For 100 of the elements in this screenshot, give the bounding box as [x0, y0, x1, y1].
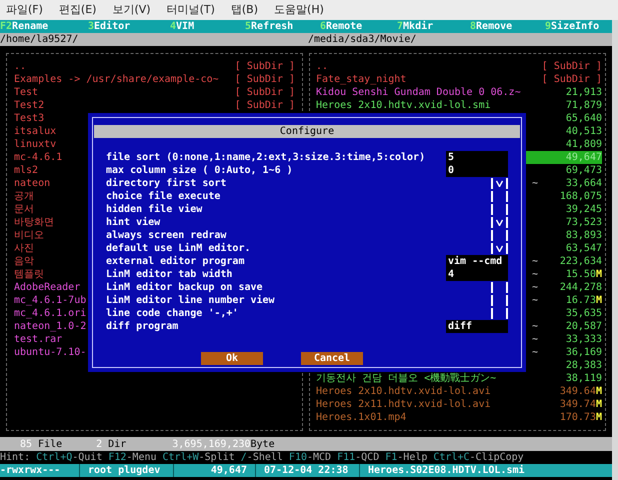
- file-size: 71,879: [566, 99, 602, 112]
- function-key[interactable]: 8Remove: [470, 20, 545, 33]
- option-label: external editor program: [106, 255, 244, 268]
- file-size: 33,333: [566, 333, 602, 346]
- file-name[interactable]: Heroes 2x10.hdtv.xvid-lol.smi: [316, 99, 491, 112]
- file-name[interactable]: ubuntu-7.10-: [14, 346, 86, 359]
- file-name[interactable]: mls2: [14, 164, 38, 177]
- file-name[interactable]: Test2: [14, 99, 44, 112]
- function-key[interactable]: 7Mkdir: [397, 20, 470, 33]
- file-name[interactable]: nateon_1.0-2: [14, 320, 86, 333]
- checkbox[interactable]: [491, 178, 508, 189]
- dialog-button[interactable]: Ok: [201, 352, 263, 365]
- file-name[interactable]: 공개: [14, 190, 34, 203]
- file-name[interactable]: Kidou Senshi Gundam Double 0 06.z~: [316, 86, 521, 99]
- function-key[interactable]: 6Remote: [320, 20, 397, 33]
- file-size: [ SubDir ]: [542, 73, 602, 86]
- file-size: 349.74M: [560, 398, 602, 411]
- file-name[interactable]: mc_4.6.1.ori: [14, 307, 86, 320]
- subdir-label: [ SubDir ]: [234, 99, 296, 112]
- file-name[interactable]: test.rar: [14, 333, 62, 346]
- file-name[interactable]: 기동전사 건담 더블오 <機動戰士ガン~: [316, 372, 496, 385]
- input-field[interactable]: 0: [446, 164, 508, 177]
- hint-shortcut: F10-MCD: [288, 451, 332, 464]
- menu-item[interactable]: 파일(F): [6, 2, 43, 18]
- function-key[interactable]: F2Rename: [0, 20, 88, 33]
- option-label: directory first sort: [106, 177, 226, 190]
- menu-item[interactable]: 도움말(H): [274, 2, 324, 18]
- option-label: file sort (0:none,1:name,2:ext,3:size.3:time,5:color): [106, 151, 426, 164]
- file-owner: root plugdev: [80, 464, 174, 477]
- file-name[interactable]: mc_4.6.1-7ub: [14, 294, 86, 307]
- function-key[interactable]: 4VIM: [170, 20, 245, 33]
- dir-count-label: Dir: [108, 438, 126, 450]
- menu-item[interactable]: 편집(E): [58, 2, 96, 18]
- option-label: LinM editor tab width: [106, 268, 232, 281]
- file-size: 49,647: [174, 464, 256, 477]
- file-name[interactable]: 음악: [14, 255, 34, 268]
- file-size: 35,635: [566, 307, 602, 320]
- function-key[interactable]: 9SizeInfo: [545, 20, 612, 33]
- file-name[interactable]: AdobeReader: [14, 281, 80, 294]
- truncation-mark: ~: [532, 268, 538, 281]
- subdir-label: [ SubDir ]: [234, 60, 296, 73]
- file-size: 39,245: [566, 203, 602, 216]
- input-field[interactable]: diff: [446, 320, 508, 333]
- file-name[interactable]: Test: [14, 86, 38, 99]
- file-name[interactable]: 사진: [14, 242, 34, 255]
- function-key[interactable]: 5Refresh: [245, 20, 320, 33]
- file-name[interactable]: Examples -> /usr/share/example-co~: [14, 73, 219, 86]
- file-name[interactable]: itsalux: [14, 125, 56, 138]
- input-field[interactable]: 5: [446, 151, 508, 164]
- dialog-button[interactable]: Cancel: [301, 352, 363, 365]
- checkbox[interactable]: [491, 295, 508, 306]
- file-size: 33,664: [566, 177, 602, 190]
- checkbox[interactable]: [491, 282, 508, 293]
- file-size: 83,893: [566, 229, 602, 242]
- option-label: choice file execute: [106, 190, 220, 203]
- truncation-mark: ~: [532, 177, 538, 190]
- file-permissions: -rwxrwx---: [0, 464, 80, 477]
- file-name[interactable]: nateon: [14, 177, 50, 190]
- file-size: 168,075: [560, 190, 602, 203]
- checkbox[interactable]: [491, 204, 508, 215]
- path-text: /home/la9527/: [0, 33, 80, 46]
- file-name[interactable]: 바탕화면: [14, 216, 54, 229]
- function-key[interactable]: 3Editor: [88, 20, 170, 33]
- option-label: diff program: [106, 320, 178, 333]
- file-size: 20,587: [566, 320, 602, 333]
- menu-item[interactable]: 보기(V): [112, 2, 151, 18]
- check-icon: [496, 180, 503, 187]
- file-size: 63,547: [566, 242, 602, 255]
- scrollbar[interactable]: [612, 20, 618, 480]
- checkbox[interactable]: [491, 217, 508, 228]
- file-name[interactable]: Heroes 2x11.hdtv.xvid-lol.avi: [316, 398, 491, 411]
- file-name[interactable]: 문서: [14, 203, 34, 216]
- file-name[interactable]: ..: [316, 60, 328, 73]
- file-size: 28,383: [566, 359, 602, 372]
- menu-item[interactable]: 터미널(T): [166, 2, 215, 18]
- file-name[interactable]: Heroes.1x01.mp4: [316, 411, 406, 424]
- input-field[interactable]: 4: [446, 268, 508, 281]
- dialog-title: Configure: [94, 125, 520, 138]
- file-name[interactable]: linuxtv: [14, 138, 56, 151]
- file-size: 21,913: [566, 86, 602, 99]
- file-name[interactable]: mc-4.6.1: [14, 151, 62, 164]
- checkbox[interactable]: [491, 191, 508, 202]
- file-size: 36,169: [566, 346, 602, 359]
- hint-shortcut: Ctrl+Q-Quit: [36, 451, 102, 464]
- file-size: 41,809: [566, 138, 602, 151]
- truncation-mark: ~: [532, 346, 538, 359]
- menu-item[interactable]: 탭(B): [230, 2, 258, 18]
- hint-shortcut: F1-Help: [385, 451, 428, 464]
- file-name[interactable]: 비디오: [14, 229, 44, 242]
- dir-count: 2: [96, 438, 102, 450]
- file-name[interactable]: ..: [14, 60, 26, 73]
- file-name[interactable]: Test3: [14, 112, 44, 125]
- file-count-label: File: [38, 438, 62, 450]
- input-field[interactable]: vim --cmd: [446, 255, 508, 268]
- file-name[interactable]: Fate_stay_night: [316, 73, 406, 86]
- option-label: line code change '-,+': [106, 307, 238, 320]
- file-size: [ SubDir ]: [542, 60, 602, 73]
- file-name[interactable]: 템플릿: [14, 268, 44, 281]
- checkbox[interactable]: [491, 230, 508, 241]
- file-name[interactable]: Heroes 2x10.hdtv.xvid-lol.avi: [316, 385, 491, 398]
